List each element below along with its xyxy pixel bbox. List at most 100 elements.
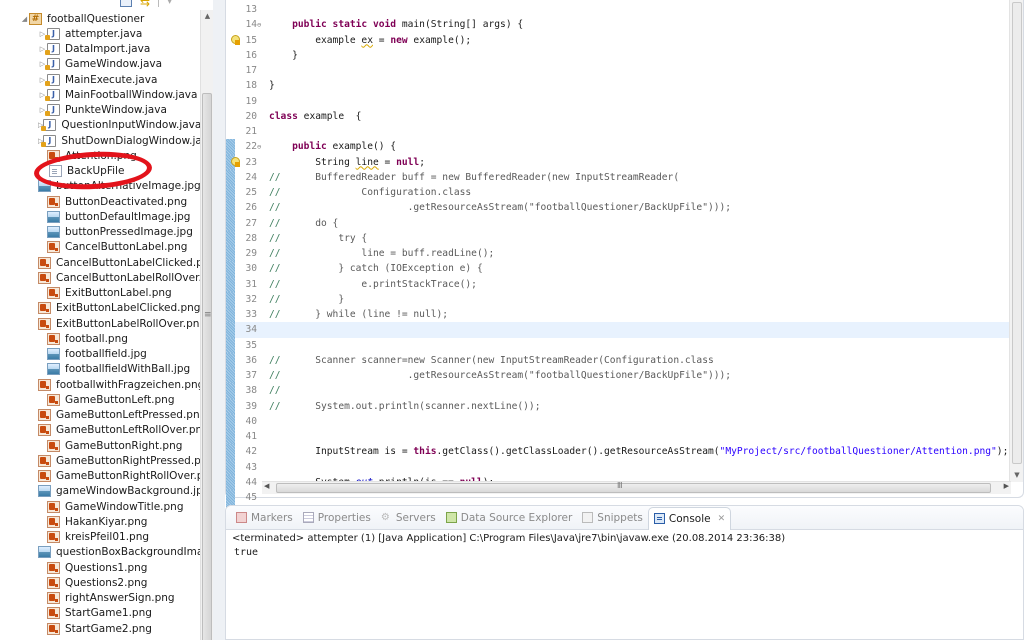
tree-project-node[interactable]: ◢ footballQuestioner xyxy=(0,11,200,26)
tab-console[interactable]: Console ✕ xyxy=(647,506,732,530)
collapse-all-icon[interactable] xyxy=(120,0,132,7)
tree-item[interactable]: StartGame1.png xyxy=(0,606,200,621)
code-line[interactable]: 36 // Scanner scanner=new Scanner(new Inp… xyxy=(226,352,1011,368)
code-line[interactable]: 26 // .getResourceAsStream("footballQuest… xyxy=(226,200,1011,216)
code-line[interactable]: 14 ⊖ public static void main(String[] arg… xyxy=(226,17,1011,32)
code-line[interactable]: 28 // try { xyxy=(226,230,1011,246)
code-text[interactable]: // BufferedReader buff = new BufferedRea… xyxy=(265,172,679,183)
code-text[interactable]: class example { xyxy=(265,111,361,122)
code-text[interactable]: // } while (line != null); xyxy=(265,309,448,320)
code-line[interactable]: 43 xyxy=(226,459,1011,475)
scroll-right-arrow-icon[interactable]: ▶ xyxy=(1004,482,1009,490)
code-line[interactable]: 32 // } xyxy=(226,291,1011,307)
tree-item[interactable]: Questions1.png xyxy=(0,560,200,575)
tree-item[interactable]: ExitButtonLabel.png xyxy=(0,286,200,301)
fold-toggle-icon[interactable]: ⊖ xyxy=(257,143,265,151)
tree-item[interactable]: GameButtonLeft.png xyxy=(0,392,200,407)
tree-item[interactable]: ▷DataImport.java xyxy=(0,42,200,57)
code-editor[interactable]: 13 14 ⊖ public static void main(String[] a… xyxy=(225,0,1024,579)
scrollbar-thumb[interactable] xyxy=(202,93,212,640)
code-line[interactable]: 38 // xyxy=(226,383,1011,399)
code-text[interactable]: // } xyxy=(265,294,344,305)
console-output[interactable]: true xyxy=(234,547,258,558)
tree-item[interactable]: HakanKiyar.png xyxy=(0,514,200,529)
code-line[interactable]: 16 } xyxy=(226,48,1011,63)
code-text[interactable]: // xyxy=(265,385,281,396)
tree-item[interactable]: Questions2.png xyxy=(0,575,200,590)
scroll-down-arrow-icon[interactable]: ▼ xyxy=(1010,471,1024,479)
tree-item[interactable]: footballwithFragzeichen.png xyxy=(0,377,200,392)
tree-item[interactable]: buttonAlternativeImage.jpg xyxy=(0,179,200,194)
tree-item[interactable]: ▷attempter.java xyxy=(0,26,200,41)
code-line[interactable]: 13 xyxy=(226,2,1011,17)
tree-item[interactable]: buttonDefaultImage.jpg xyxy=(0,209,200,224)
code-line[interactable]: 25 // Configuration.class xyxy=(226,185,1011,201)
code-text[interactable]: String line = null; xyxy=(265,157,425,168)
code-text[interactable]: // Scanner scanner=new Scanner(new Input… xyxy=(265,355,714,366)
tree-item[interactable]: StartGame2.png xyxy=(0,621,200,636)
tree-item[interactable]: GameWindowTitle.png xyxy=(0,499,200,514)
scrollbar-thumb[interactable] xyxy=(276,483,991,493)
code-text[interactable]: } xyxy=(265,50,298,61)
tree-item[interactable]: gameWindowBackground.jpg xyxy=(0,484,200,499)
tree-item[interactable]: ▷MainFootballWindow.java xyxy=(0,87,200,102)
code-line[interactable]: 18} xyxy=(226,78,1011,93)
tree-item[interactable]: Attention.png xyxy=(0,148,200,163)
tree-item[interactable]: rightAnswerSign.png xyxy=(0,591,200,606)
code-text[interactable]: // System.out.println(scanner.nextLine()… xyxy=(265,401,540,412)
code-line[interactable]: 42 InputStream is = this.getClass().getC… xyxy=(226,444,1011,460)
code-line[interactable]: 20 class example { xyxy=(226,109,1011,124)
fold-toggle-icon[interactable]: ⊖ xyxy=(257,21,265,29)
code-line[interactable]: 24 // BufferedReader buff = new BufferedR… xyxy=(226,169,1011,185)
code-text[interactable]: public example() { xyxy=(265,141,396,152)
tree-item[interactable]: GameButtonRightPressed.png xyxy=(0,453,200,468)
code-text[interactable]: // do { xyxy=(265,218,338,229)
code-text[interactable]: // try { xyxy=(265,233,367,244)
code-line[interactable]: 39 // System.out.println(scanner.nextLine… xyxy=(226,398,1011,414)
editor-vertical-scrollbar[interactable]: ▼ xyxy=(1009,0,1023,482)
tree-item[interactable]: ButtonDeactivated.png xyxy=(0,194,200,209)
code-text[interactable]: } xyxy=(265,80,275,91)
code-line[interactable]: 29 // line = buff.readLine(); xyxy=(226,246,1011,262)
code-text[interactable]: example ex = new example(); xyxy=(265,35,471,46)
editor-horizontal-scrollbar[interactable]: ◀ Ⅲ ▶ xyxy=(262,481,1011,494)
code-line[interactable]: 21 xyxy=(226,124,1011,139)
code-text[interactable]: // } catch (IOException e) { xyxy=(265,263,483,274)
tree-item[interactable]: ▷GameWindow.java xyxy=(0,57,200,72)
code-text[interactable]: // e.printStackTrace(); xyxy=(265,279,477,290)
code-line[interactable]: 37 // .getResourceAsStream("footballQuest… xyxy=(226,368,1011,384)
warning-lightbulb-icon[interactable] xyxy=(231,156,240,167)
tree-item[interactable]: GameButtonLeftRollOver.png xyxy=(0,423,200,438)
scrollbar-thumb[interactable] xyxy=(1012,2,1022,464)
expanded-arrow-icon[interactable]: ◢ xyxy=(20,15,29,23)
code-line[interactable]: 15 example ex = new example(); xyxy=(226,33,1011,48)
tree-item[interactable]: questionBoxBackgroundImage.jpg xyxy=(0,545,200,560)
tab-snippets[interactable]: Snippets xyxy=(577,507,648,529)
tree-item[interactable]: ▷QuestionInputWindow.java xyxy=(0,118,200,133)
tree-item[interactable]: footballfieldWithBall.jpg xyxy=(0,362,200,377)
tree-item[interactable]: GameButtonLeftPressed.png xyxy=(0,408,200,423)
tree-item[interactable]: BackUpFile xyxy=(0,164,200,179)
code-line[interactable]: 34 xyxy=(226,322,1011,338)
tree-item[interactable]: GameButtonRight.png xyxy=(0,438,200,453)
code-line[interactable]: 17 xyxy=(226,63,1011,78)
view-menu-icon[interactable]: ▾ xyxy=(167,0,172,7)
tree-item[interactable]: buttonPressedImage.jpg xyxy=(0,225,200,240)
code-line[interactable]: 30 // } catch (IOException e) { xyxy=(226,261,1011,277)
tab-data-source-explorer[interactable]: Data Source Explorer xyxy=(441,507,578,529)
tree-item[interactable]: footballfield.jpg xyxy=(0,347,200,362)
code-line[interactable]: 33 // } while (line != null); xyxy=(226,307,1011,323)
code-text[interactable]: // Configuration.class xyxy=(265,187,471,198)
editor-lines[interactable]: 13 14 ⊖ public static void main(String[] a… xyxy=(226,2,1011,582)
code-line[interactable]: 22 ⊖ public example() { xyxy=(226,139,1011,155)
code-line[interactable]: 41 xyxy=(226,429,1011,445)
panel-divider[interactable] xyxy=(213,0,225,640)
tree-item[interactable]: GameButtonRightRollOver.png xyxy=(0,469,200,484)
tab-markers[interactable]: Markers xyxy=(231,507,298,529)
tree-item[interactable]: CancelButtonLabelRollOver.png xyxy=(0,270,200,285)
tree-item[interactable]: CancelButtonLabel.png xyxy=(0,240,200,255)
code-line[interactable]: 27 // do { xyxy=(226,215,1011,231)
tree-item[interactable]: ExitButtonLabelRollOver.png xyxy=(0,316,200,331)
warning-lightbulb-icon[interactable] xyxy=(231,34,240,45)
code-text[interactable]: public static void main(String[] args) { xyxy=(265,19,523,30)
